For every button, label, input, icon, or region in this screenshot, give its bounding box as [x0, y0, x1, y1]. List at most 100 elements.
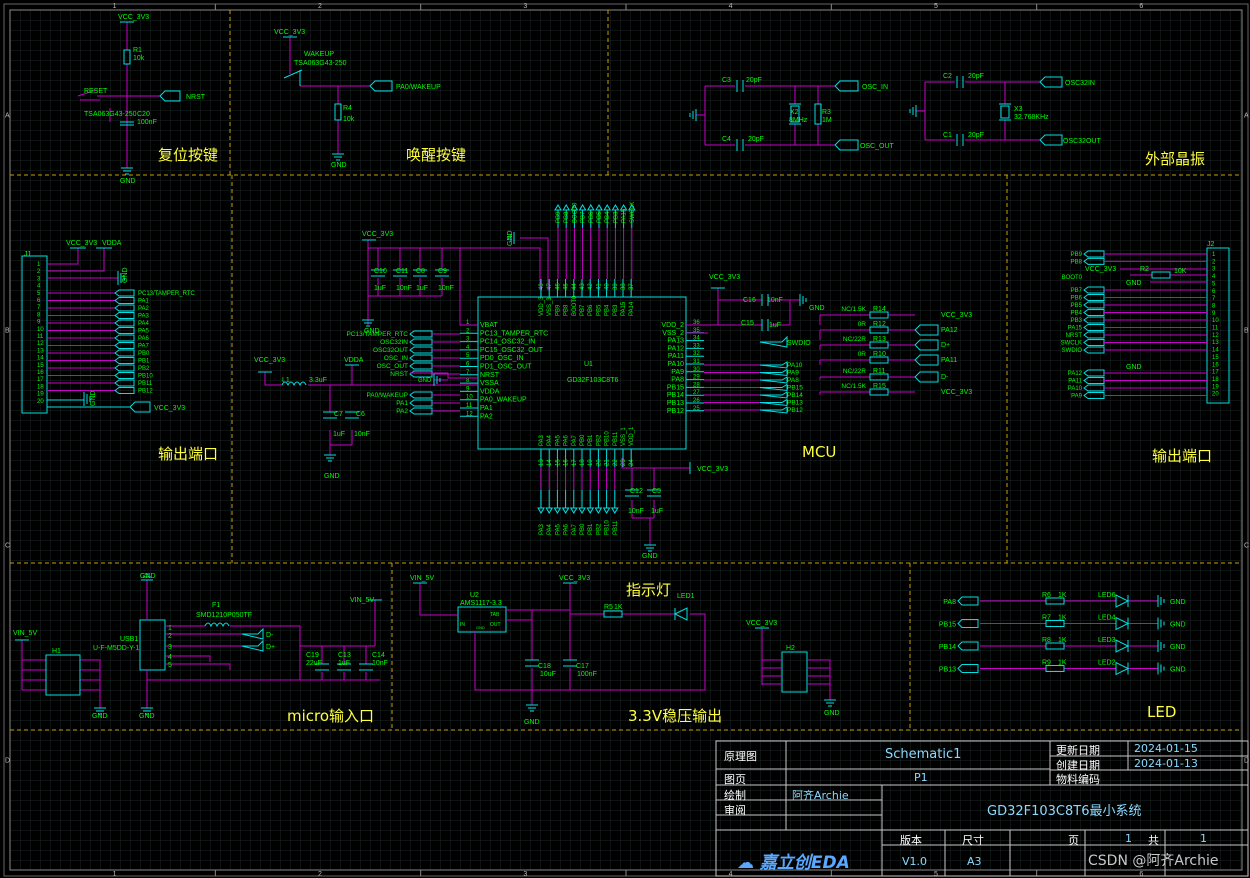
cloud-icon: ☁: [737, 853, 754, 873]
pin-number: 21: [605, 459, 611, 466]
pin-number: 25: [693, 406, 700, 412]
net-label: D-: [266, 632, 274, 639]
ref-label: C20: [137, 111, 150, 118]
net-label: D+: [266, 644, 275, 651]
tb-drawer[interactable]: 阿齐Archie: [792, 787, 849, 803]
value-label: NC/1.5K: [841, 383, 866, 390]
pin-number: 1: [168, 625, 172, 632]
tb-created-date: 2024-01-13: [1134, 757, 1198, 770]
pin-name: PB15: [667, 384, 684, 391]
ref-label: R4: [343, 105, 352, 112]
ref-label: C9: [438, 268, 447, 275]
net-label: PB8: [1071, 259, 1083, 265]
pin-name: PB9: [555, 304, 561, 316]
net-label: PA3: [539, 523, 545, 535]
pin-number: 5: [168, 662, 172, 669]
net-label: PA5: [555, 523, 561, 535]
tb-page-name[interactable]: P1: [914, 771, 928, 784]
pin-number: 10: [1212, 318, 1219, 324]
pin-number: 15: [37, 363, 44, 369]
value-label: TSA063G43-250: [294, 60, 347, 67]
ref-label: R11: [873, 368, 885, 375]
pin-name: PD1_OSC_OUT: [480, 364, 532, 371]
value-label: 1uF: [769, 322, 781, 329]
net-label: VCC_3V3: [697, 466, 728, 473]
tb-label-material: 物料编码: [1056, 773, 1100, 786]
pin-number: 13: [539, 459, 545, 466]
net-label: VIN_5V: [13, 630, 37, 637]
pin-number: 29: [693, 375, 700, 381]
net-label: PA2: [138, 306, 150, 312]
gnd-label: GND: [140, 573, 156, 580]
gnd-label: GND: [1126, 364, 1142, 371]
ref-label: H1: [52, 648, 61, 655]
net-label: PB13: [787, 400, 803, 407]
pin-number: 22: [613, 459, 619, 466]
tb-label-draw: 绘制: [724, 789, 746, 802]
pin-label: OUT: [490, 622, 501, 628]
ref-label: C8: [416, 268, 425, 275]
pin-number: 10: [466, 395, 473, 401]
tb-schematic-name[interactable]: Schematic1: [885, 747, 961, 762]
part-label: GD32F103C8T6: [567, 377, 618, 384]
net-label: VCC_3V3: [559, 575, 590, 582]
tb-label-updated: 更新日期: [1056, 744, 1100, 757]
gnd-label: GND: [507, 230, 514, 246]
pin-number: 20: [1212, 392, 1219, 398]
pin-number: 20: [596, 459, 602, 466]
border-col-label: 2: [318, 3, 322, 10]
net-label: SWDIO: [787, 340, 811, 347]
border-row-label: B: [5, 328, 10, 335]
pin-number: 42: [588, 283, 594, 290]
net-label: VDDA: [102, 240, 122, 247]
net-label: SWCLK: [1061, 341, 1082, 347]
tb-label-schematic: 原理图: [724, 750, 757, 763]
pin-number: 10: [37, 327, 44, 333]
gnd-label: GND: [1126, 280, 1142, 287]
net-label: D-: [941, 374, 949, 381]
pin-name: PB13: [667, 400, 684, 407]
net-label: PA4: [547, 523, 553, 535]
pin-number: 19: [37, 392, 44, 398]
pin-name: PA9: [671, 369, 684, 376]
net-label: VCC_3V3: [746, 620, 777, 627]
ref-label: C10: [374, 268, 387, 275]
value-label: 1uF: [338, 660, 350, 667]
part-label: AMS1117-3.3: [460, 600, 502, 607]
ref-label: R1: [133, 47, 142, 54]
border-row-label: A: [5, 113, 10, 120]
pin-number: 16: [564, 459, 570, 466]
section-label-output-right: 输出端口: [1152, 447, 1213, 465]
pin-name: PB2: [596, 434, 602, 446]
net-label: PB14: [787, 392, 803, 399]
ref-label: J1: [24, 251, 32, 258]
net-label: PB3: [1071, 318, 1083, 324]
net-label: VCC_3V3: [118, 14, 149, 21]
net-label: PB1: [138, 359, 150, 365]
section-label-crystal: 外部晶振: [1145, 150, 1206, 168]
value-label: 1uF: [416, 285, 428, 292]
net-label: PA1: [396, 400, 408, 407]
value-label: 1K: [1058, 660, 1067, 667]
ref-label: U1: [584, 361, 593, 368]
pin-name: PC14_OSC32_IN: [480, 339, 535, 346]
ref-label: R8: [1042, 637, 1051, 644]
net-label: OSC32IN: [380, 339, 408, 346]
tb-project-title[interactable]: GD32F103C8T6最小系统: [987, 800, 1141, 819]
ref-label: C4: [722, 136, 731, 143]
pin-name: VDD_2: [661, 322, 684, 329]
pin-number: 41: [596, 283, 602, 290]
border-col-label: 5: [934, 871, 938, 878]
gnd-label: GND: [364, 328, 380, 335]
pin-number: 31: [693, 359, 700, 365]
net-label: PA10: [1068, 386, 1083, 392]
pin-name: PB7: [580, 304, 586, 316]
gnd-label: GND: [120, 178, 136, 185]
pin-name: PA4: [547, 434, 553, 446]
pin-number: 44: [572, 283, 578, 290]
value-label: 10nF: [628, 508, 644, 515]
gnd-label: GND: [139, 713, 155, 720]
pin-number: 18: [580, 459, 586, 466]
ref-label: R7: [1042, 615, 1051, 622]
net-label: VCC_3V3: [941, 312, 972, 319]
